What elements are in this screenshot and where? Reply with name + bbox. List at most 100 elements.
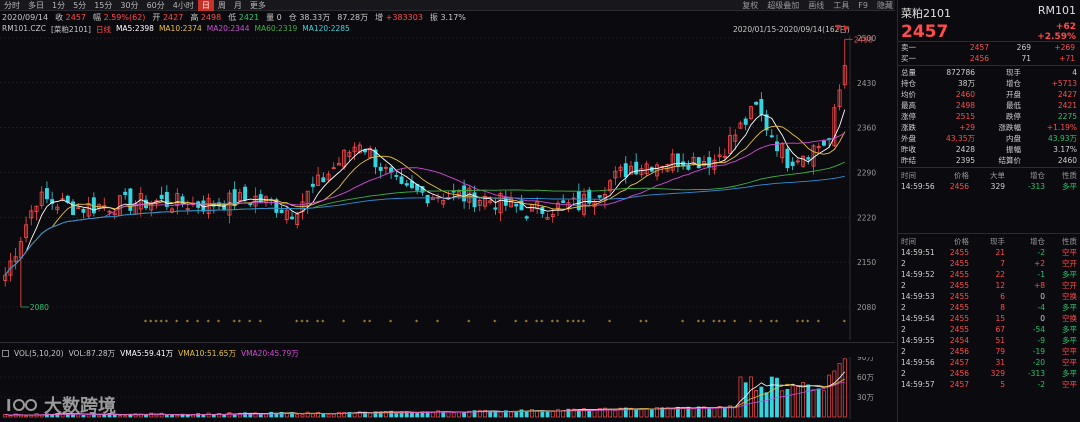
volume-chart[interactable]: 90万 60万 30万: [0, 357, 895, 419]
trade-row-cell: 2: [901, 281, 906, 290]
hold-value: 38.33万: [299, 13, 331, 22]
stat-row: 持仓 38万 增仓 +5713: [898, 78, 1080, 89]
trade-row-cell: +8: [1033, 281, 1045, 290]
ma60-value: MA60:2319: [254, 24, 298, 33]
volume-bar: [456, 411, 461, 418]
signal-star-icon: *: [467, 319, 470, 326]
candle-body: [675, 153, 680, 168]
period-tab-10[interactable]: 月: [230, 0, 246, 11]
stat-row-cell: 3.17%: [1053, 145, 1077, 154]
tool-button-0[interactable]: 复权: [742, 0, 758, 11]
buy1-row-cell: 71: [1021, 54, 1031, 63]
period-tab-0[interactable]: 分时: [0, 0, 24, 11]
volume-bar: [368, 412, 373, 418]
stat-row: 涨停 2515 跌停 2275: [898, 111, 1080, 122]
stat-row-cell: 昨结: [901, 156, 916, 165]
high-value: 2498: [200, 13, 222, 22]
volume-bar: [258, 414, 263, 418]
volume-bar: [707, 407, 712, 418]
sell1-row-cell: 2457: [969, 43, 989, 52]
stat-row-cell: 872786: [946, 68, 975, 77]
volume-bar: [352, 412, 357, 418]
high-marker-label: 2498: [854, 35, 873, 44]
trade-row: 2 2456 329 -313 多平: [898, 368, 1080, 379]
tool-button-3[interactable]: 工具: [833, 0, 849, 11]
trade-row-cell: 14:59:51: [901, 248, 935, 257]
trade-header-cell: 性质: [1062, 236, 1077, 246]
tool-button-1[interactable]: 超级叠加: [767, 0, 799, 11]
volume-bar: [154, 414, 159, 418]
volume-bar: [441, 411, 446, 418]
price-change-pct: +2.59%: [1037, 32, 1076, 42]
signal-star-icon: *: [681, 319, 684, 326]
signal-star-icon: *: [248, 319, 251, 326]
ma60-line: [4, 161, 845, 276]
futures-terminal: 分时 多日 1分 5分 15分 30分 60分 4小时日周月更多 复权 超级叠加 画线 工具 F9 隐藏…: [0, 0, 1080, 422]
period-tab-2[interactable]: 1分: [48, 0, 69, 11]
stat-row-cell: 振幅: [1006, 145, 1021, 154]
volume-bar: [321, 413, 326, 418]
volume-bar: [540, 410, 545, 418]
period-tab-6[interactable]: 60分: [143, 0, 169, 11]
period-tab-4[interactable]: 15分: [90, 0, 116, 11]
candle-body: [472, 192, 477, 208]
trade-row-cell: 2: [901, 303, 906, 312]
volume-bar: [488, 412, 493, 418]
trade-row-cell: -54: [1032, 325, 1045, 334]
sell1-row-cell: +269: [1054, 43, 1075, 52]
date-range: 2020/01/15-2020/09/14(162日): [733, 25, 850, 34]
period-tab-3[interactable]: 5分: [69, 0, 90, 11]
tool-button-4[interactable]: F9: [858, 0, 868, 11]
stat-row-cell: 涨停: [901, 112, 916, 121]
trade-row-cell: -1: [1037, 270, 1045, 279]
watermark-logo: l 大数跨境: [6, 392, 116, 418]
range-arrow-icon[interactable]: ▼ ▶: [835, 23, 850, 32]
signal-star-icon: *: [186, 319, 189, 326]
volume-bar: [769, 376, 774, 418]
period-tab-7[interactable]: 4小时: [169, 0, 198, 11]
period-tab-9[interactable]: 周: [214, 0, 230, 11]
y-tick-label: 2290: [857, 169, 876, 178]
signal-star-icon: *: [718, 319, 721, 326]
tick-header-cell: 性质: [1062, 170, 1077, 180]
stat-row-cell: 2428: [955, 145, 975, 154]
tool-button-5[interactable]: 隐藏: [877, 0, 893, 11]
candlestick-chart[interactable]: 250024302360229022202150208024982080* * * *…: [0, 35, 895, 340]
trade-row-cell: 多平: [1062, 303, 1077, 312]
stat-row-cell: 4: [1072, 68, 1077, 77]
low-value: 2421: [238, 13, 260, 22]
trade-row-cell: 31: [995, 358, 1005, 367]
volume-bar: [733, 407, 738, 418]
stat-row-cell: 现手: [1006, 68, 1021, 77]
trade-row: 14:59:57 2457 5 -2 空平: [898, 379, 1080, 390]
period-tab-1[interactable]: 多日: [24, 0, 48, 11]
kline-info-line: 2020/09/14 收 2457 幅 2.59%(62) 开 2427 高 2…: [0, 12, 895, 23]
volume-bar: [227, 412, 232, 418]
candle-body: [321, 177, 326, 183]
volume-bar: [806, 384, 811, 418]
stat-row-cell: +5713: [1051, 79, 1077, 88]
volume-bar: [634, 409, 639, 418]
tool-button-2[interactable]: 画线: [808, 0, 824, 11]
volume-checkbox-icon[interactable]: [2, 350, 9, 357]
vol-tick-label: 90万: [857, 357, 875, 362]
volume-bar: [514, 411, 519, 418]
candle-body: [258, 194, 263, 203]
volume-bar: [561, 410, 566, 418]
signal-star-icon: *: [723, 319, 726, 326]
quote-header: 菜粕2101 RM101 2457 +62 +2.59%: [898, 0, 1080, 42]
candle-body: [524, 216, 529, 219]
trade-row-cell: 14:59:57: [901, 380, 935, 389]
signal-star-icon: *: [175, 319, 178, 326]
period-tab-8[interactable]: 日: [197, 0, 214, 11]
period-tab-5[interactable]: 30分: [116, 0, 142, 11]
stat-row-cell: 外盘: [901, 134, 916, 143]
ma120-value: MA120:2285: [302, 24, 350, 33]
period-tab-11[interactable]: 更多: [246, 0, 270, 11]
stat-row-cell: +1.19%: [1046, 123, 1077, 132]
quote-stats: 卖一 2457 269 +269 买一 2456 71 +71 总量 872786 现手 4 持仓 38万…: [898, 42, 1080, 390]
volume-bar: [639, 409, 644, 418]
trade-row-cell: 0: [1040, 292, 1045, 301]
trade-row: 2 2455 67 -54 多平: [898, 324, 1080, 335]
signal-star-icon: *: [149, 319, 152, 326]
